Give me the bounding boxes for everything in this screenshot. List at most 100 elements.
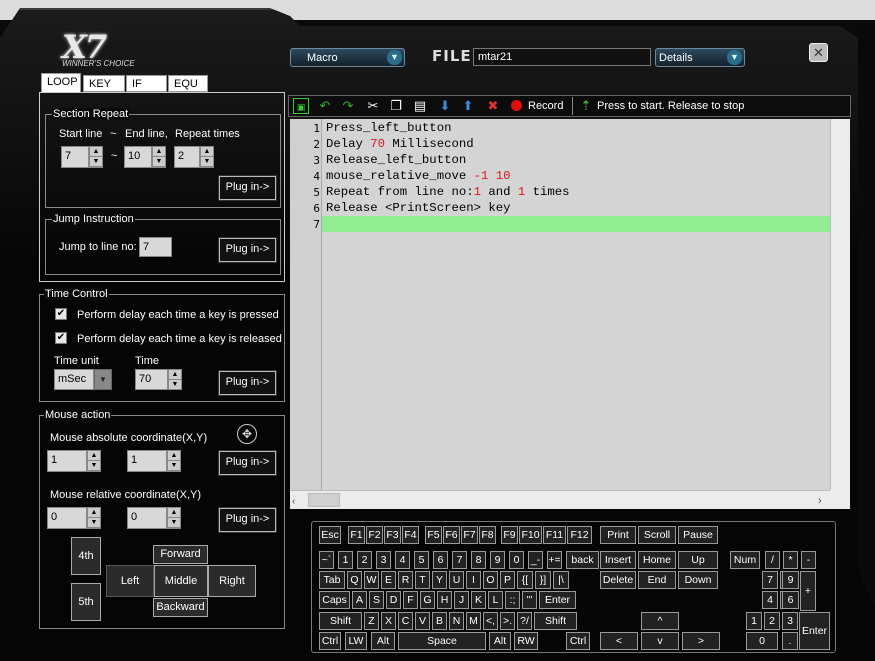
key-t-button[interactable]: T — [415, 571, 430, 589]
mouse-4th-button[interactable]: 4th — [71, 537, 101, 575]
key-3-button[interactable]: 3 — [376, 551, 391, 569]
key-f-button[interactable]: F — [403, 591, 418, 609]
scroll-thumb[interactable] — [308, 493, 340, 507]
delete-icon[interactable]: ✖ — [485, 98, 501, 114]
time-unit-select[interactable]: mSec — [54, 369, 94, 390]
key-0-button[interactable]: 0 — [509, 551, 524, 569]
key-caps-button[interactable]: Caps — [319, 591, 350, 609]
key-7-button[interactable]: 7 — [452, 551, 467, 569]
editor-horizontal-scrollbar[interactable]: ‹ › — [290, 490, 830, 509]
key-shift-button[interactable]: Shift — [534, 612, 577, 630]
key--button[interactable]: ?/ — [517, 612, 532, 630]
key--button[interactable]: '" — [522, 591, 537, 609]
mouse-absolute-x-input[interactable]: 1 — [47, 450, 87, 472]
record-icon[interactable] — [511, 100, 522, 111]
key--button[interactable]: += — [547, 551, 562, 569]
mouse-absolute-y-stepper[interactable]: ▲ ▼ — [167, 450, 181, 472]
key-o-button[interactable]: O — [483, 571, 498, 589]
key--button[interactable]: > — [682, 632, 720, 650]
key-f6-button[interactable]: F6 — [443, 526, 460, 544]
key-j-button[interactable]: J — [454, 591, 469, 609]
key--button[interactable]: >. — [500, 612, 515, 630]
key-z-button[interactable]: Z — [364, 612, 379, 630]
file-name-input[interactable]: mtar21 — [473, 48, 651, 66]
mouse-relative-y-input[interactable]: 0 — [127, 507, 167, 529]
key-f5-button[interactable]: F5 — [425, 526, 442, 544]
scroll-right-icon[interactable]: › — [818, 495, 828, 507]
key-7-button[interactable]: 7 — [762, 571, 778, 589]
key-home-button[interactable]: Home — [638, 551, 676, 569]
key-i-button[interactable]: I — [466, 571, 481, 589]
key-enter-button[interactable]: Enter — [539, 591, 576, 609]
key-n-button[interactable]: N — [449, 612, 464, 630]
tab-equ[interactable]: EQU — [168, 75, 208, 92]
end-line-input[interactable]: 10 — [124, 146, 152, 168]
mouse-middle-button[interactable]: Middle — [154, 565, 208, 597]
key-enter-button[interactable]: Enter — [799, 612, 830, 650]
key--button[interactable]: |\ — [553, 571, 569, 589]
mouse-absolute-x-stepper[interactable]: ▲ ▼ — [87, 450, 101, 472]
key-p-button[interactable]: P — [500, 571, 515, 589]
mouse-forward-button[interactable]: Forward — [153, 545, 208, 564]
start-line-input[interactable]: 7 — [61, 146, 89, 168]
key--button[interactable]: <, — [483, 612, 498, 630]
code-line[interactable]: Press_left_button — [326, 121, 451, 135]
key-s-button[interactable]: S — [369, 591, 384, 609]
end-line-stepper[interactable]: ▲ ▼ — [152, 146, 166, 168]
mouse-relative-x-stepper[interactable]: ▲ ▼ — [87, 507, 101, 529]
key-y-button[interactable]: Y — [432, 571, 447, 589]
key-f4-button[interactable]: F4 — [402, 526, 419, 544]
key-ctrl-button[interactable]: Ctrl — [319, 632, 341, 650]
mouse-right-button[interactable]: Right — [208, 565, 256, 597]
key-f11-button[interactable]: F11 — [543, 526, 566, 544]
stepper-up-icon[interactable]: ▲ — [90, 147, 102, 157]
key-up-button[interactable]: Up — [678, 551, 718, 569]
key-alt-button[interactable]: Alt — [371, 632, 395, 650]
key-back-button[interactable]: back — [566, 551, 599, 569]
key-scroll-button[interactable]: Scroll — [638, 526, 676, 544]
key-9-button[interactable]: 9 — [782, 571, 799, 589]
key-0-button[interactable]: 0 — [746, 632, 778, 650]
save-icon[interactable]: ▣ — [293, 98, 309, 114]
key-f9-button[interactable]: F9 — [501, 526, 518, 544]
mouse-absolute-y-input[interactable]: 1 — [127, 450, 167, 472]
key--button[interactable]: < — [600, 632, 638, 650]
key-f12-button[interactable]: F12 — [567, 526, 592, 544]
key--button[interactable]: ^ — [641, 612, 679, 630]
editor-vertical-scrollbar[interactable] — [830, 119, 850, 490]
mouse-relative-y-stepper[interactable]: ▲ ▼ — [167, 507, 181, 529]
paste-icon[interactable]: ▤ — [412, 98, 428, 114]
key-f3-button[interactable]: F3 — [384, 526, 401, 544]
stepper-up-icon[interactable]: ▲ — [168, 508, 180, 518]
key-h-button[interactable]: H — [437, 591, 452, 609]
key-c-button[interactable]: C — [398, 612, 413, 630]
key-1-button[interactable]: 1 — [338, 551, 353, 569]
stepper-up-icon[interactable]: ▲ — [201, 147, 213, 157]
jump-line-input[interactable]: 7 — [139, 237, 172, 257]
key--button[interactable]: _- — [528, 551, 543, 569]
key-l-button[interactable]: L — [488, 591, 503, 609]
key--button[interactable]: / — [765, 551, 780, 569]
chevron-down-icon[interactable]: ▼ — [94, 369, 112, 390]
mouse-5th-button[interactable]: 5th — [71, 583, 101, 621]
key-esc-button[interactable]: Esc — [319, 526, 341, 544]
mouse-backward-button[interactable]: Backward — [153, 598, 208, 617]
key-q-button[interactable]: Q — [347, 571, 362, 589]
key-rw-button[interactable]: RW — [514, 632, 538, 650]
key-4-button[interactable]: 4 — [395, 551, 410, 569]
key--button[interactable]: ~` — [319, 551, 334, 569]
cut-icon[interactable]: ✂ — [365, 98, 381, 114]
stepper-down-icon[interactable]: ▼ — [168, 461, 180, 471]
stepper-up-icon[interactable]: ▲ — [169, 370, 181, 380]
stepper-down-icon[interactable]: ▼ — [201, 157, 213, 167]
key-a-button[interactable]: A — [352, 591, 367, 609]
key-f2-button[interactable]: F2 — [366, 526, 383, 544]
mouse-absolute-plugin-button[interactable]: Plug in-> — [218, 450, 277, 476]
key-d-button[interactable]: D — [386, 591, 401, 609]
tab-if[interactable]: IF — [126, 75, 167, 92]
key-tab-button[interactable]: Tab — [319, 571, 345, 589]
key-b-button[interactable]: B — [432, 612, 447, 630]
mouse-relative-plugin-button[interactable]: Plug in-> — [218, 507, 277, 533]
tab-key[interactable]: KEY — [83, 75, 125, 92]
key-5-button[interactable]: 5 — [414, 551, 429, 569]
